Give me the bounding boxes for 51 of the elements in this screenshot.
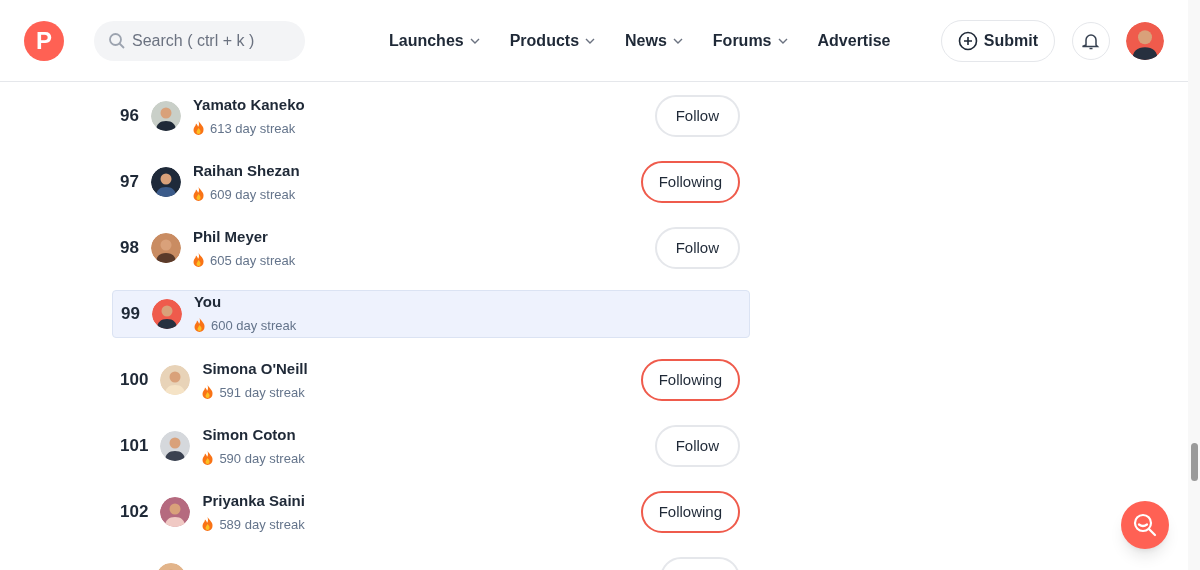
user-name[interactable]: Raihan Shezan [192,160,300,183]
plus-circle-icon [957,30,978,51]
rank-number: 99 [121,303,140,326]
chevron-down-icon [672,37,683,44]
follow-button[interactable]: Follow [654,425,740,467]
user-name[interactable]: You [193,291,297,314]
follow-button[interactable]: Follow [654,227,740,269]
user-name[interactable]: Simona O'Neill [202,358,308,381]
search-icon [1132,512,1158,538]
nav-link[interactable]: Advertise [817,28,891,53]
search-chat-button[interactable] [1121,501,1169,549]
streak-text: 589 day streak [219,515,305,534]
streak-text: 605 day streak [209,251,296,270]
rank-number: 101 [120,435,149,458]
flame-icon [192,121,204,136]
user-name[interactable]: Yamato Kaneko [192,94,305,117]
rank-number: 98 [120,237,139,260]
following-button[interactable]: Following [640,491,740,533]
nav-menu[interactable]: Products [509,28,596,53]
user-name[interactable]: Simon Coton [202,424,305,447]
flame-icon [202,517,214,532]
flame-icon [202,451,214,466]
flame-icon [192,253,204,268]
flame-icon [192,187,204,202]
search-icon [108,31,126,50]
following-button[interactable]: Following [640,161,740,203]
streak-text: 609 day streak [209,185,296,204]
streak-text: 590 day streak [219,449,305,468]
user-name[interactable]: Phil Meyer [192,226,296,249]
rank-number: 96 [120,105,139,128]
nav-menu[interactable]: News [625,28,683,53]
flame-icon [202,385,214,400]
streak-text: 613 day streak [209,119,296,138]
rank-number: 102 [120,501,149,524]
rank-number: 100 [120,369,149,392]
chevron-down-icon [469,37,480,44]
follow-button[interactable]: Follow [654,95,740,137]
chevron-down-icon [777,37,788,44]
flame-icon [193,318,205,333]
nav-menu[interactable]: Forums [712,28,788,53]
user-name[interactable]: Priyanka Saini [202,490,305,513]
streak-text: 600 day streak [210,316,297,335]
rank-number: 97 [120,171,139,194]
scrollbar[interactable] [1188,0,1200,570]
following-button[interactable]: Following [640,359,740,401]
scrollbar-thumb[interactable] [1191,443,1198,481]
chevron-down-icon [585,37,596,44]
search-field[interactable]: Search ( ctrl + k ) [94,20,305,61]
nav-menu[interactable]: Launches [389,28,480,53]
streak-text: 591 day streak [219,383,305,402]
bell-icon [1082,31,1100,50]
